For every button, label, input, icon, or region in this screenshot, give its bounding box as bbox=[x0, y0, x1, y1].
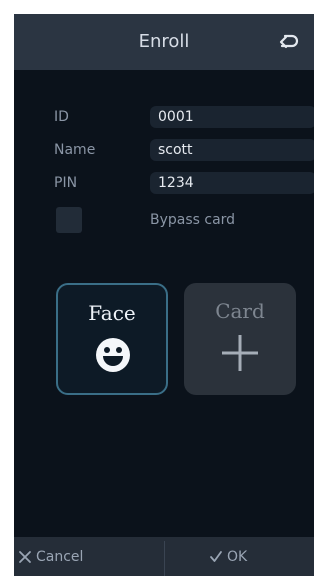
bypass-card-checkbox[interactable] bbox=[56, 207, 82, 233]
ok-label: OK bbox=[227, 548, 248, 565]
smiley-face-icon bbox=[96, 338, 130, 372]
page-title: Enroll bbox=[138, 31, 190, 52]
bottom-action-bar: Cancel OK bbox=[14, 537, 314, 576]
id-label: ID bbox=[54, 109, 69, 125]
ok-button[interactable]: OK bbox=[164, 537, 314, 576]
close-icon bbox=[19, 550, 31, 563]
cancel-button[interactable]: Cancel bbox=[14, 537, 164, 576]
header-bar: Enroll bbox=[14, 14, 314, 70]
id-row: ID bbox=[14, 104, 314, 130]
plus-icon bbox=[222, 335, 258, 371]
back-button[interactable] bbox=[274, 28, 304, 56]
id-field[interactable] bbox=[150, 106, 314, 128]
card-label: Card bbox=[215, 299, 265, 323]
bypass-card-label: Bypass card bbox=[150, 212, 236, 228]
pin-label: PIN bbox=[54, 175, 78, 191]
card-enroll-button[interactable]: Card bbox=[184, 283, 296, 395]
face-label: Face bbox=[88, 301, 136, 325]
back-arrow-icon bbox=[279, 34, 299, 49]
pin-row: PIN bbox=[14, 170, 314, 196]
name-field[interactable] bbox=[150, 139, 314, 161]
cancel-label: Cancel bbox=[36, 548, 84, 565]
device-screen: Enroll ID Name PIN Bypass card Face Card bbox=[14, 14, 314, 576]
face-enroll-button[interactable]: Face bbox=[56, 283, 168, 395]
checkmark-icon bbox=[210, 550, 222, 562]
name-label: Name bbox=[54, 142, 96, 158]
name-row: Name bbox=[14, 137, 314, 163]
pin-field[interactable] bbox=[150, 172, 314, 194]
